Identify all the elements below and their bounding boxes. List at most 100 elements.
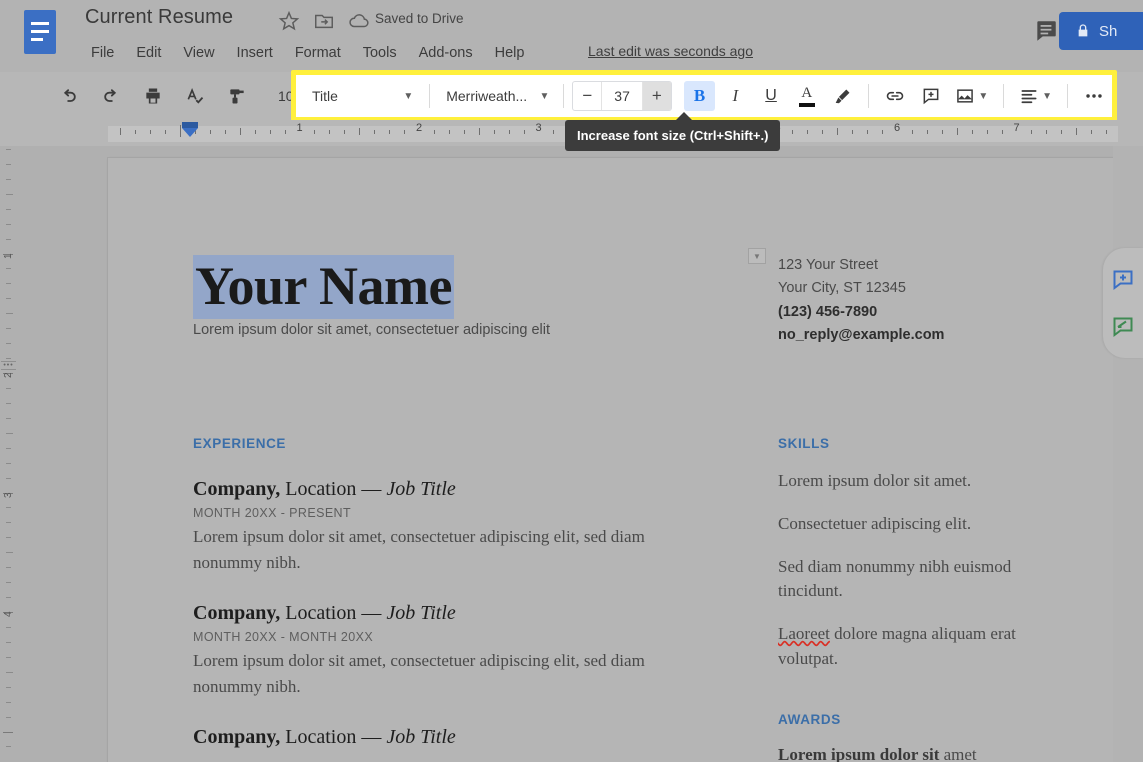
insert-link-icon[interactable] [879, 81, 911, 111]
underline-button[interactable]: U [755, 81, 787, 111]
name-subtitle[interactable]: Lorem ipsum dolor sit amet, consectetuer… [193, 322, 613, 338]
suggest-edit-bubble-icon[interactable] [1110, 314, 1136, 340]
insert-image-icon[interactable]: ▼ [951, 81, 993, 111]
skills-heading[interactable]: SKILLS [778, 436, 1038, 451]
vertical-ruler[interactable]: 1234 ••• [0, 146, 18, 762]
align-icon[interactable]: ▼ [1014, 81, 1058, 111]
star-icon[interactable] [278, 10, 300, 32]
ruler-tick [240, 128, 241, 135]
vertical-ruler-tick [6, 657, 11, 658]
toolbar-left-group: 100% ▼ [48, 72, 330, 120]
decrease-font-size-button[interactable]: − [573, 82, 601, 110]
awards-heading[interactable]: AWARDS [778, 712, 1038, 727]
ruler-tick [837, 128, 838, 135]
paragraph-style-dropdown[interactable]: Title ▼ [302, 81, 421, 111]
ruler-tick [434, 130, 435, 134]
lock-icon [1075, 23, 1091, 39]
menu-item-view[interactable]: View [172, 45, 225, 61]
italic-button[interactable]: I [719, 81, 751, 111]
bold-label: B [694, 86, 705, 106]
skill-item[interactable]: Lorem ipsum dolor sit amet. [778, 469, 1038, 494]
ruler-tick [1106, 130, 1107, 134]
ruler-tick [479, 128, 480, 135]
job-title-line: Company, Location — Job Title [193, 478, 703, 501]
experience-entry[interactable]: Company, Location — Job Title MONTH 20XX… [193, 602, 703, 699]
menu-item-insert[interactable]: Insert [226, 45, 284, 61]
docs-logo-icon[interactable] [22, 8, 58, 56]
vertical-ruler-tick [6, 328, 11, 329]
print-icon[interactable] [137, 80, 169, 112]
increase-font-size-button[interactable]: + [643, 82, 671, 110]
undo-icon[interactable] [53, 80, 85, 112]
experience-heading[interactable]: EXPERIENCE [193, 436, 703, 451]
text-color-button[interactable]: A [791, 81, 823, 111]
menu-item-file[interactable]: File [85, 45, 125, 61]
redo-icon[interactable] [95, 80, 127, 112]
misspelled-word[interactable]: Laoreet [778, 624, 830, 643]
table-collapse-handle[interactable]: ▼ [748, 248, 766, 264]
job-company: Company, [193, 726, 280, 748]
move-to-folder-icon[interactable] [313, 10, 335, 32]
name-heading[interactable]: Your Name [193, 255, 454, 319]
vertical-ruler-tick [6, 179, 11, 180]
menu-item-edit[interactable]: Edit [125, 45, 172, 61]
save-status-label: Saved to Drive [375, 11, 464, 26]
experience-entry[interactable]: Company, Location — Job Title MONTH 20XX… [193, 478, 703, 575]
bold-button[interactable]: B [684, 81, 716, 111]
ruler-tick [359, 128, 360, 135]
menu-item-format[interactable]: Format [284, 45, 352, 61]
vertical-margin-marker[interactable]: ••• [1, 361, 16, 370]
experience-entry[interactable]: Company, Location — Job Title [193, 726, 703, 749]
add-comment-icon[interactable] [915, 81, 947, 111]
ruler-tick [882, 130, 883, 134]
vertical-ruler-tick [6, 448, 11, 449]
document-body[interactable]: Your Name Lorem ipsum dolor sit amet, co… [108, 158, 1113, 762]
skill-item[interactable]: Sed diam nonummy nibh euismod tincidunt. [778, 555, 1038, 605]
ruler-tick [165, 130, 166, 134]
contact-block[interactable]: 123 Your Street Your City, ST 12345 (123… [778, 254, 1028, 348]
text-color-swatch [799, 103, 815, 107]
menu-item-tools[interactable]: Tools [352, 45, 408, 61]
highlight-pen-icon[interactable] [827, 81, 859, 111]
more-options-icon[interactable] [1078, 81, 1110, 111]
document-page[interactable]: Your Name Lorem ipsum dolor sit amet, co… [108, 158, 1113, 762]
italic-label: I [732, 86, 738, 106]
menu-item-help[interactable]: Help [484, 45, 536, 61]
toolbar-center-group: Title ▼ Merriweath... ▼ − 37 + B I [296, 75, 1112, 117]
ruler-tick [1061, 130, 1062, 134]
ruler-tick [464, 130, 465, 134]
font-size-input[interactable]: 37 [601, 82, 643, 110]
share-button[interactable]: Sh [1059, 12, 1143, 50]
font-size-stepper: − 37 + [572, 81, 671, 111]
vertical-ruler-tick [6, 358, 11, 359]
skill-item[interactable]: Consectetuer adipiscing elit. [778, 512, 1038, 537]
vertical-ruler-tick [6, 343, 11, 344]
document-canvas[interactable]: Your Name Lorem ipsum dolor sit amet, co… [18, 146, 1113, 762]
chevron-down-icon: ▼ [540, 91, 550, 102]
ruler-tick [987, 130, 988, 134]
ruler-tick [524, 130, 525, 134]
vertical-ruler-tick [6, 433, 13, 434]
vertical-ruler-tick [6, 209, 11, 210]
skills-column: SKILLS Lorem ipsum dolor sit amet. Conse… [778, 436, 1038, 762]
add-comment-bubble-icon[interactable] [1110, 267, 1136, 293]
award-item[interactable]: Lorem ipsum dolor sit amet [778, 745, 1038, 762]
ruler-tick [285, 130, 286, 134]
ruler-tick [255, 130, 256, 134]
vertical-ruler-tick [6, 463, 11, 464]
skill-item[interactable]: Laoreet dolore magna aliquam erat volutp… [778, 622, 1038, 672]
vertical-ruler-number: 1 [3, 253, 14, 259]
ruler-tick [867, 130, 868, 134]
last-edit-link[interactable]: Last edit was seconds ago [588, 43, 753, 59]
spellcheck-icon[interactable] [179, 80, 211, 112]
paint-format-icon[interactable] [221, 80, 253, 112]
ruler-tick [927, 130, 928, 134]
toolbar-divider [563, 84, 564, 108]
vertical-ruler-tick [6, 164, 11, 165]
job-dates: MONTH 20XX - PRESENT [193, 506, 703, 520]
menu-item-addons[interactable]: Add-ons [408, 45, 484, 61]
comment-history-icon[interactable] [1029, 14, 1063, 48]
font-family-dropdown[interactable]: Merriweath... ▼ [438, 81, 555, 111]
vertical-ruler-tick [6, 194, 13, 195]
document-title[interactable]: Current Resume [85, 6, 233, 29]
